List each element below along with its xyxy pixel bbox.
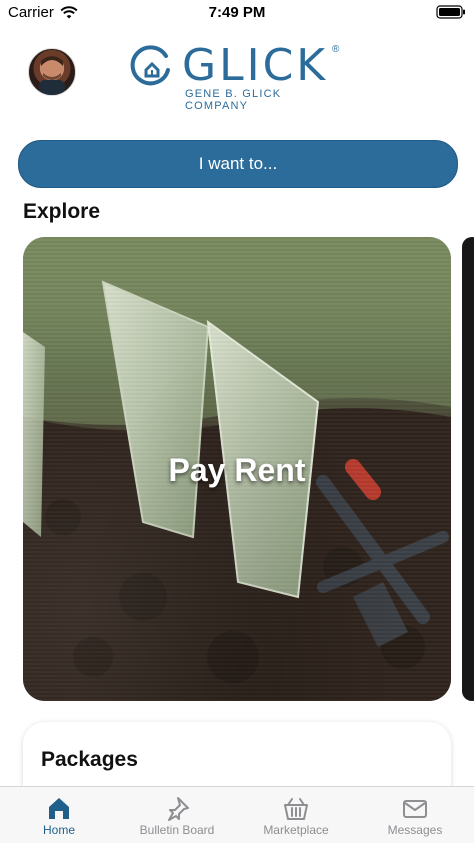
basket-icon bbox=[284, 798, 308, 820]
tab-home[interactable]: Home bbox=[0, 787, 118, 843]
card-title: Pay Rent bbox=[168, 452, 306, 488]
next-explore-card-edge[interactable] bbox=[462, 237, 474, 701]
avatar[interactable] bbox=[28, 48, 76, 96]
pay-rent-card[interactable]: Pay Rent bbox=[23, 237, 451, 701]
header: GLICK ® GENE B. GLICK COMPANY bbox=[0, 26, 474, 126]
i-want-to-button[interactable]: I want to... bbox=[18, 140, 458, 188]
tab-marketplace[interactable]: Marketplace bbox=[237, 787, 355, 843]
logo-registered-mark: ® bbox=[332, 44, 340, 55]
tab-messages[interactable]: Messages bbox=[356, 787, 474, 843]
logo-wordmark: GLICK bbox=[182, 40, 329, 91]
envelope-icon bbox=[403, 800, 427, 818]
explore-heading: Explore bbox=[23, 200, 101, 223]
tab-bulletin-board[interactable]: Bulletin Board bbox=[118, 787, 236, 843]
tab-bar: Home Bulletin Board Marketplace Messages bbox=[0, 786, 474, 843]
tab-label: Marketplace bbox=[263, 823, 329, 837]
glick-logo: GLICK ® GENE B. GLICK COMPANY bbox=[128, 40, 348, 112]
battery-icon bbox=[436, 5, 466, 23]
status-bar: Carrier 7:49 PM bbox=[0, 0, 474, 26]
logo-subtitle: GENE B. GLICK COMPANY bbox=[185, 88, 282, 112]
tab-label: Home bbox=[42, 823, 75, 837]
tab-label: Messages bbox=[387, 823, 443, 837]
pushpin-icon bbox=[168, 797, 189, 821]
tab-label: Bulletin Board bbox=[139, 823, 215, 837]
packages-title: Packages bbox=[41, 748, 138, 771]
profile-photo-icon bbox=[39, 56, 65, 95]
glick-house-logo-icon bbox=[130, 45, 170, 86]
status-time: 7:49 PM bbox=[208, 4, 266, 21]
home-icon bbox=[49, 798, 69, 819]
